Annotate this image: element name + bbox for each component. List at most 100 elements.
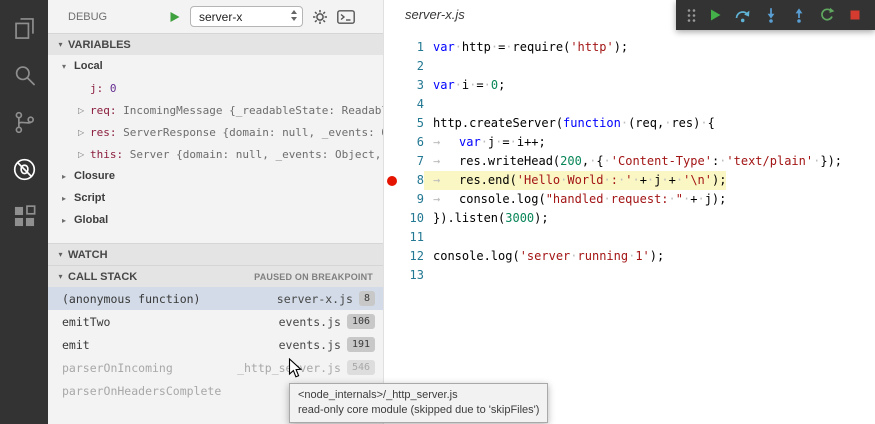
scope-label: Global xyxy=(74,214,108,226)
breakpoint-margin[interactable] xyxy=(384,247,400,266)
activity-extensions[interactable] xyxy=(0,193,48,240)
activity-debug[interactable] xyxy=(0,146,48,193)
launch-controls: server-x xyxy=(169,6,355,27)
code-text xyxy=(424,95,433,114)
variable-value: IncomingMessage {_readableState: Readabl… xyxy=(117,104,384,117)
tab-whitespace-icon: → xyxy=(433,190,459,209)
code-line-11[interactable]: 11 xyxy=(384,228,875,247)
watch-header-label: WATCH xyxy=(68,249,108,261)
breakpoint-margin[interactable] xyxy=(384,266,400,285)
code-line-2[interactable]: 2 xyxy=(384,57,875,76)
step-out-icon xyxy=(791,7,807,23)
frame-line-badge: 191 xyxy=(347,337,375,352)
code-line-6[interactable]: 6→var·j·=·i++; xyxy=(384,133,875,152)
callstack-header-label: CALL STACK xyxy=(68,271,137,283)
breakpoint-margin[interactable] xyxy=(384,190,400,209)
variables-header-label: VARIABLES xyxy=(68,39,131,51)
variables-section-header[interactable]: ▾ VARIABLES xyxy=(48,33,383,55)
code-line-12[interactable]: 12console.log('server·running·1'); xyxy=(384,247,875,266)
start-debug-button[interactable] xyxy=(169,11,181,23)
source-control-icon xyxy=(11,109,38,136)
twisty-icon: ▸ xyxy=(62,172,74,181)
search-icon xyxy=(11,62,38,89)
variable-row[interactable]: ▷res: ServerResponse {domain: null, _eve… xyxy=(48,121,383,143)
code-line-3[interactable]: 3var·i·=·0; xyxy=(384,76,875,95)
step-over-button[interactable] xyxy=(730,2,755,28)
code-line-4[interactable]: 4 xyxy=(384,95,875,114)
code-line-7[interactable]: 7→res.writeHead(200,·{·'Content-Type':·'… xyxy=(384,152,875,171)
select-arrows-icon xyxy=(290,9,298,25)
activity-explorer[interactable] xyxy=(0,5,48,52)
frame-name: (anonymous function) xyxy=(62,292,200,306)
variable-name: this: xyxy=(90,148,123,161)
scope-script[interactable]: ▸Script xyxy=(48,187,383,209)
stack-frame[interactable]: emitevents.js191 xyxy=(48,333,383,356)
breakpoint-margin[interactable] xyxy=(384,133,400,152)
line-number: 12 xyxy=(400,247,424,266)
frame-file: server-x.js xyxy=(277,292,353,306)
step-into-button[interactable] xyxy=(758,2,783,28)
code-text: http.createServer(function·(req,·res)·{ xyxy=(424,114,715,133)
start-debug-icon xyxy=(169,11,181,23)
breakpoint-margin[interactable] xyxy=(384,38,400,57)
breakpoint-margin[interactable] xyxy=(384,95,400,114)
step-out-button[interactable] xyxy=(786,2,811,28)
debug-console-button[interactable] xyxy=(337,10,355,24)
line-number: 1 xyxy=(400,38,424,57)
breakpoint-margin[interactable] xyxy=(384,152,400,171)
restart-button[interactable] xyxy=(814,2,839,28)
stack-frame[interactable]: emitTwoevents.js106 xyxy=(48,310,383,333)
code-line-5[interactable]: 5http.createServer(function·(req,·res)·{ xyxy=(384,114,875,133)
section-gap xyxy=(48,231,383,243)
code-text: var·i·=·0; xyxy=(424,76,505,95)
breakpoint-margin[interactable] xyxy=(384,76,400,95)
code-text: var·http·=·require('http'); xyxy=(424,38,628,57)
breakpoint-margin[interactable] xyxy=(384,171,400,190)
code-line-13[interactable]: 13 xyxy=(384,266,875,285)
variable-row[interactable]: j: 0 xyxy=(48,77,383,99)
scope-local[interactable]: ▾Local xyxy=(48,55,383,77)
tooltip: <node_internals>/_http_server.js read-on… xyxy=(289,383,548,423)
scope-label: Script xyxy=(74,192,105,204)
restart-icon xyxy=(819,7,835,23)
editor-title[interactable]: server-x.js xyxy=(405,7,465,22)
code-text: }).listen(3000); xyxy=(424,209,549,228)
tooltip-line-2: read-only core module (skipped due to 's… xyxy=(298,403,539,418)
breakpoint-margin[interactable] xyxy=(384,209,400,228)
line-number: 4 xyxy=(400,95,424,114)
code-lines: 1var·http·=·require('http');23var·i·=·0;… xyxy=(384,38,875,285)
frame-line-badge: 546 xyxy=(347,360,375,375)
breakpoint-margin[interactable] xyxy=(384,228,400,247)
variable-row[interactable]: ▷req: IncomingMessage {_readableState: R… xyxy=(48,99,383,121)
stop-button[interactable] xyxy=(842,2,867,28)
breakpoint-icon[interactable] xyxy=(387,176,397,186)
activity-source-control[interactable] xyxy=(0,99,48,146)
activity-search[interactable] xyxy=(0,52,48,99)
breakpoint-margin[interactable] xyxy=(384,114,400,133)
breakpoint-margin[interactable] xyxy=(384,57,400,76)
variable-row[interactable]: ▷this: Server {domain: null, _events: Ob… xyxy=(48,143,383,165)
scope-global[interactable]: ▸Global xyxy=(48,209,383,231)
tab-whitespace-icon: → xyxy=(433,152,459,171)
code-line-10[interactable]: 10}).listen(3000); xyxy=(384,209,875,228)
debug-header-bar: DEBUG server-x xyxy=(48,0,383,33)
code-line-8[interactable]: 8→res.end('Hello·World·:·'·+·j·+·'\n'); xyxy=(384,171,875,190)
activity-bar xyxy=(0,0,48,424)
stack-frame[interactable]: parserOnIncoming_http_server.js546 xyxy=(48,356,383,379)
code-line-1[interactable]: 1var·http·=·require('http'); xyxy=(384,38,875,57)
scope-closure[interactable]: ▸Closure xyxy=(48,165,383,187)
step-over-icon xyxy=(734,7,752,23)
frame-file: _http_server.js xyxy=(237,361,341,375)
code-line-9[interactable]: 9→console.log("handled·request:·"·+·j); xyxy=(384,190,875,209)
launch-config-select[interactable]: server-x xyxy=(190,6,303,27)
stack-frame[interactable]: (anonymous function)server-x.js8 xyxy=(48,287,383,310)
line-number: 13 xyxy=(400,266,424,285)
twisty-icon: ▸ xyxy=(62,216,74,225)
line-number: 9 xyxy=(400,190,424,209)
toolbar-drag-handle[interactable] xyxy=(684,2,699,28)
extensions-icon xyxy=(11,203,38,230)
watch-section-header[interactable]: ▾ WATCH xyxy=(48,243,383,265)
callstack-section-header[interactable]: ▾ CALL STACK PAUSED ON BREAKPOINT xyxy=(48,265,383,287)
configure-button[interactable] xyxy=(312,9,328,25)
continue-button[interactable] xyxy=(702,2,727,28)
